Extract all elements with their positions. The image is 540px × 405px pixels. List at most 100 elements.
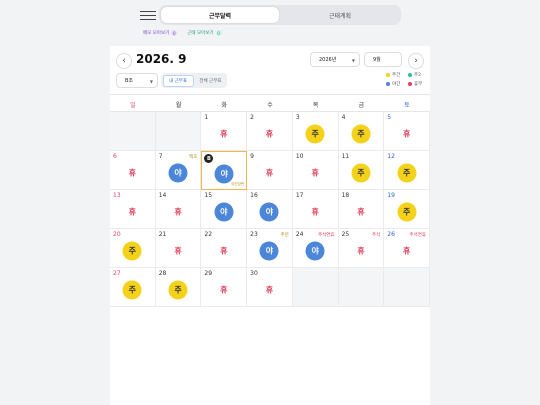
day-cell[interactable]: 27 주 <box>110 268 156 307</box>
day-number: 18 <box>341 192 350 199</box>
tab-attendance-plan[interactable]: 근태계획 <box>281 7 399 23</box>
shift-day-mark: 주 <box>122 241 142 261</box>
view-toggle: 내 근무표 전체 근무표 <box>161 73 227 88</box>
shift-night-mark: 야 <box>168 163 188 183</box>
legend-item: 휴무 <box>408 81 428 87</box>
legend-dot-icon <box>386 82 390 86</box>
calendar-grid: 1 휴 2 휴 3 주 4 주 5 휴 6 휴 7 백호 야 B 야 야간당번 9 휴 10 휴 11 주 12 주 13 휴 14 휴 1… <box>110 112 430 307</box>
legend-item: 주간 <box>386 72 406 78</box>
shift-legend: 주간 주2 야간 휴무 <box>386 72 428 87</box>
shift-day-mark: 주 <box>351 163 371 183</box>
day-number: 27 <box>113 270 121 277</box>
day-cell[interactable]: 11 주 <box>338 151 385 190</box>
day-cell[interactable]: 1휴 <box>201 112 248 151</box>
day-cell[interactable]: 18 휴 <box>338 190 385 229</box>
all-schedule-button[interactable]: 전체 근무표 <box>195 75 226 87</box>
day-number: 24 <box>295 231 304 238</box>
shift-day-mark: 주 <box>305 124 325 144</box>
chevron-right-icon: › <box>414 56 418 66</box>
shift-rest-mark: 휴 <box>174 246 182 256</box>
day-cell[interactable]: 23 추분 야 <box>247 229 293 268</box>
weekday-label: 월 <box>175 101 182 109</box>
day-cell[interactable]: 29 휴 <box>201 268 248 307</box>
day-cell[interactable]: 25 추석휴 <box>338 229 385 268</box>
day-cell[interactable]: 17 휴 <box>292 190 339 229</box>
day-number: 30 <box>250 270 258 277</box>
weekday-label: 금 <box>358 101 365 109</box>
year-select[interactable]: 2026년 ▼ <box>310 52 360 67</box>
day-number: 9 <box>250 153 254 160</box>
shift-night-mark: 야 <box>214 164 234 184</box>
legend-label: 주간 <box>392 73 401 78</box>
day-cell[interactable]: 12 주 <box>384 151 430 190</box>
day-note: 추분 <box>280 232 289 238</box>
tab-work-calendar[interactable]: 근무달력 <box>161 7 279 23</box>
memo-collection-chip[interactable]: 메모 모아보기 0 <box>143 30 178 36</box>
shift-rest-mark: 휴 <box>265 129 274 139</box>
day-cell[interactable]: 15 야 <box>201 190 248 229</box>
day-cell[interactable]: 9휴 <box>247 151 293 190</box>
month-select[interactable]: 9월 <box>364 52 402 67</box>
day-cell[interactable]: 4주 <box>338 112 385 151</box>
day-cell[interactable]: 19 주 <box>384 190 430 229</box>
day-cell[interactable]: 20 주 <box>110 229 156 268</box>
shift-day-mark: 주 <box>397 163 417 183</box>
day-cell[interactable]: 7 백호 야 <box>155 151 202 190</box>
menu-icon[interactable] <box>140 8 156 22</box>
day-cell[interactable]: 14 휴 <box>155 190 202 229</box>
day-number: 6 <box>113 153 117 160</box>
weekday-header: 일월화수목금토 <box>110 94 430 112</box>
day-number: 28 <box>158 270 167 277</box>
shift-rest-mark: 휴 <box>357 246 365 256</box>
month-select-value: 9월 <box>373 57 381 63</box>
legend-dot-icon <box>408 73 412 77</box>
day-number: 12 <box>387 153 395 160</box>
shift-day-mark: 주 <box>397 202 417 222</box>
chip-count: 0 <box>171 30 178 36</box>
day-number: 25 <box>341 231 350 238</box>
calendar-panel: ‹ 2026. 9 2026년 ▼ 9월 › B조 ▼ 내 근무표 전체 근무표 주… <box>110 46 430 405</box>
day-note: 백호 <box>189 154 198 160</box>
team-select[interactable]: B조 ▼ <box>116 73 158 88</box>
shift-rest-mark: 휴 <box>220 129 228 139</box>
day-note: 추석 <box>371 232 381 238</box>
empty-day-cell <box>155 112 202 151</box>
day-cell[interactable]: 5휴 <box>384 112 430 151</box>
day-number: 5 <box>387 114 392 121</box>
prev-month-button[interactable]: ‹ <box>116 53 132 69</box>
day-cell[interactable]: B 야 야간당번 <box>201 151 248 190</box>
day-cell[interactable]: 16 야 <box>247 190 293 229</box>
shift-rest-mark: 휴 <box>265 168 274 178</box>
day-number: 26 <box>387 231 395 238</box>
day-number: 7 <box>158 153 163 160</box>
day-cell[interactable]: 13 휴 <box>110 190 156 229</box>
day-cell[interactable]: 10 휴 <box>292 151 339 190</box>
attendance-collection-chip[interactable]: 근태 모아보기 0 <box>187 30 222 36</box>
day-cell[interactable]: 24 추석연휴 야 <box>292 229 339 268</box>
day-cell[interactable]: 30 휴 <box>247 268 293 307</box>
day-cell[interactable]: 2휴 <box>247 112 293 151</box>
day-cell[interactable]: 6휴 <box>110 151 156 190</box>
empty-day-cell <box>292 268 339 307</box>
day-cell[interactable]: 3주 <box>292 112 339 151</box>
next-month-button[interactable]: › <box>408 53 424 69</box>
day-number: 21 <box>158 231 167 238</box>
shift-rest-mark: 휴 <box>311 168 319 178</box>
weekday-label: 일 <box>130 101 136 109</box>
weekday-label: 화 <box>221 101 228 109</box>
year-select-value: 2026년 <box>319 57 337 63</box>
day-cell[interactable]: 21 휴 <box>155 229 202 268</box>
day-cell[interactable]: 22 휴 <box>201 229 248 268</box>
day-cell[interactable]: 28 주 <box>155 268 202 307</box>
day-cell[interactable]: 26 추석연휴 휴 <box>384 229 430 268</box>
legend-label: 야간 <box>392 82 401 87</box>
weekday-label: 토 <box>404 101 410 109</box>
my-schedule-button[interactable]: 내 근무표 <box>162 74 194 87</box>
day-number: 15 <box>204 192 213 199</box>
day-number: 17 <box>295 192 304 199</box>
day-number: 4 <box>341 114 346 121</box>
shift-rest-mark: 휴 <box>128 207 137 217</box>
day-number: 2 <box>250 114 254 121</box>
weekday-label: 수 <box>267 101 273 109</box>
shift-night-mark: 야 <box>214 202 234 222</box>
